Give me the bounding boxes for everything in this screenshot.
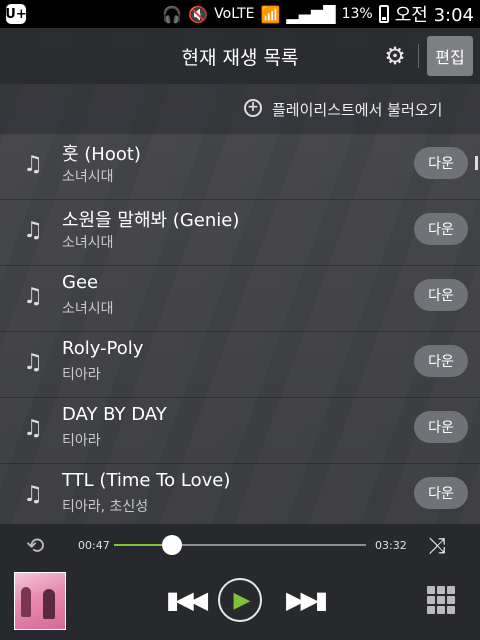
play-button[interactable]: ▶ [218,578,262,622]
clock: 오전 3:04 [394,5,474,26]
music-note-icon: ♫ [23,218,43,243]
song-title: 소원을 말해봐 (Genie) [62,210,240,231]
song-artist: 소녀시대 [62,235,114,251]
music-note-icon: ♫ [23,284,43,309]
download-button[interactable]: 다운 [414,147,468,179]
song-artist: 티아라 [62,433,101,449]
page-title: 현재 재생 목록 [181,47,299,69]
total-time: 03:32 [375,539,407,552]
album-art-thumbnail[interactable] [14,572,66,630]
list-item[interactable]: ♫ Gee 소녀시대 다운 [0,266,480,332]
song-title: Gee [62,272,99,293]
song-artist: 티아라, 초신성 [62,499,149,515]
list-item[interactable]: ♫ TTL (Time To Love) 티아라, 초신성 다운 [0,464,480,530]
edit-button[interactable]: 편집 [427,36,473,76]
download-button[interactable]: 다운 [414,345,468,377]
list-item[interactable]: ♫ 훗 (Hoot) 소녀시대 다운 [0,134,480,200]
seek-knob[interactable] [161,535,182,555]
repeat-icon[interactable]: ⟲ [26,534,44,559]
header-bar: 현재 재생 목록 ⚙ 편집 [0,28,480,84]
header-divider [418,44,419,68]
song-artist: 소녀시대 [62,169,114,185]
shuffle-icon[interactable]: ⤨ [428,534,446,559]
scrollbar[interactable] [475,156,478,170]
music-note-icon: ♫ [23,350,43,375]
headphones-icon: 🎧 [162,4,183,24]
song-title: Roly-Poly [62,338,144,359]
carrier-icon: U+ [5,4,27,24]
song-artist: 티아라 [62,367,101,383]
music-note-icon: ♫ [23,152,43,177]
song-artist: 소녀시대 [62,301,114,317]
song-title: DAY BY DAY [62,404,167,425]
list-item[interactable]: ♫ 소원을 말해봐 (Genie) 소녀시대 다운 [0,200,480,266]
seek-bar[interactable] [114,535,366,555]
volte-icon: VoLTE [214,6,255,22]
signal-icon: ▂▄▆█ [286,4,336,24]
download-button[interactable]: 다운 [414,411,468,443]
download-button[interactable]: 다운 [414,477,468,509]
load-from-playlist-label: 플레이리스트에서 불러오기 [272,101,443,119]
next-icon[interactable]: ▶▶▮ [286,586,328,614]
download-button[interactable]: 다운 [414,213,468,245]
download-button[interactable]: 다운 [414,279,468,311]
song-title: 훗 (Hoot) [62,144,141,165]
playlist: ♫ 훗 (Hoot) 소녀시대 다운 ♫ 소원을 말해봐 (Genie) 소녀시… [0,134,480,530]
play-icon: ▶ [233,587,251,613]
battery-charging-icon [378,5,389,23]
wifi-icon: 📶 [260,4,281,24]
mute-icon: 🔇 [188,4,209,24]
list-item[interactable]: ♫ DAY BY DAY 티아라 다운 [0,398,480,464]
music-note-icon: ♫ [23,482,43,507]
load-from-playlist-button[interactable]: + 플레이리스트에서 불러오기 [0,84,480,134]
song-title: TTL (Time To Love) [62,470,231,491]
player-bar: ⟲ 00:47 03:32 ⤨ ▮◀◀ ▶ ▶▶▮ [0,524,480,640]
list-item[interactable]: ♫ Roly-Poly 티아라 다운 [0,332,480,398]
status-bar: U+ 🎧 🔇 VoLTE 📶 ▂▄▆█ 13% 오전 3:04 [0,0,480,28]
current-time: 00:47 [78,539,110,552]
battery-percent: 13% [341,6,373,22]
add-circle-icon: + [244,99,262,117]
music-note-icon: ♫ [23,416,43,441]
gear-icon[interactable]: ⚙ [382,43,408,69]
previous-icon[interactable]: ▮◀◀ [166,586,208,614]
grid-menu-icon[interactable] [427,586,455,614]
